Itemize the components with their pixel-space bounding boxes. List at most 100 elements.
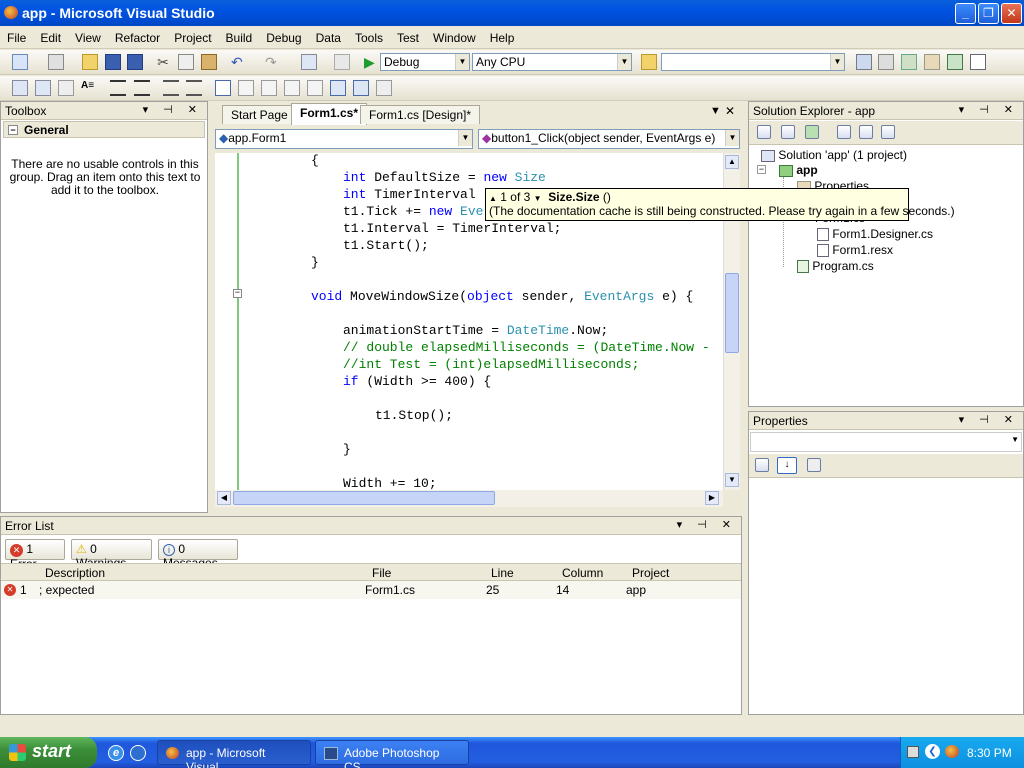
paste-icon[interactable]: [201, 54, 217, 70]
undo-icon[interactable]: ↶: [231, 54, 247, 70]
menu-window[interactable]: Window: [426, 27, 483, 49]
menu-data[interactable]: Data: [309, 27, 348, 49]
chevron-left-icon[interactable]: ❮: [925, 744, 940, 759]
panel-controls[interactable]: ▾ ⊣ ✕: [959, 103, 1019, 116]
parameter-info-icon[interactable]: [35, 80, 51, 96]
taskbar-item-photoshop[interactable]: Adobe Photoshop CS...: [315, 740, 469, 768]
messages-filter-button[interactable]: i 0 Messages: [158, 539, 238, 570]
save-icon[interactable]: [105, 54, 121, 70]
keyboard-icon[interactable]: [907, 746, 919, 758]
panel-controls[interactable]: ▾ ⊣ ✕: [677, 518, 737, 531]
scroll-down-arrow[interactable]: ▼: [725, 473, 739, 487]
column-line[interactable]: Line: [491, 566, 514, 580]
member-dropdown[interactable]: ◆button1_Click(object sender, EventArgs …: [478, 129, 740, 149]
categorized-icon[interactable]: [755, 458, 769, 472]
minimize-button[interactable]: _: [955, 3, 976, 24]
platform-dropdown[interactable]: Any CPU ▼: [472, 53, 632, 71]
complete-word-icon[interactable]: A≡: [81, 80, 97, 96]
command-window-icon[interactable]: [970, 54, 986, 70]
tab-dropdown-icon[interactable]: ▼: [710, 105, 721, 117]
menu-refactor[interactable]: Refactor: [108, 27, 167, 49]
table-row[interactable]: ✕ 1 ; expected Form1.cs 25 14 app: [1, 581, 741, 599]
view-designer-icon[interactable]: [859, 125, 873, 139]
scroll-right-arrow[interactable]: ▶: [705, 491, 719, 505]
alphabetical-icon[interactable]: ↓: [777, 457, 797, 474]
clock[interactable]: 8:30 PM: [967, 746, 1012, 760]
taskbar-item-visual-studio[interactable]: app - Microsoft Visual...: [157, 740, 311, 768]
panel-controls[interactable]: ▾ ⊣ ✕: [143, 103, 203, 116]
form1-resx-item[interactable]: Form1.resx: [817, 243, 893, 258]
close-button[interactable]: ✕: [1001, 3, 1022, 24]
cut-icon[interactable]: ✂: [155, 54, 171, 70]
collapse-icon[interactable]: −: [8, 125, 18, 135]
column-description[interactable]: Description: [45, 566, 105, 580]
menu-help[interactable]: Help: [483, 27, 522, 49]
scroll-left-arrow[interactable]: ◀: [217, 491, 231, 505]
warnings-filter-button[interactable]: ⚠ 0 Warnings: [71, 539, 152, 570]
menu-view[interactable]: View: [68, 27, 108, 49]
start-debugging-icon[interactable]: ▶: [364, 54, 380, 70]
previous-bookmark-doc-icon[interactable]: [330, 80, 346, 96]
start-page-icon[interactable]: [947, 54, 963, 70]
show-all-files-icon[interactable]: [781, 125, 795, 139]
menu-test[interactable]: Test: [390, 27, 426, 49]
property-pages-icon[interactable]: [807, 458, 821, 472]
next-bookmark-doc-icon[interactable]: [353, 80, 369, 96]
object-browser-icon[interactable]: [901, 54, 917, 70]
project-item[interactable]: app: [779, 163, 818, 177]
copy-icon[interactable]: [178, 54, 194, 70]
expand-project-icon[interactable]: −: [757, 165, 766, 174]
properties-window-icon[interactable]: [878, 54, 894, 70]
menu-file[interactable]: File: [0, 27, 33, 49]
previous-bookmark-folder-icon[interactable]: [284, 80, 300, 96]
form1-designer-item[interactable]: Form1.Designer.cs: [817, 227, 933, 242]
previous-overload-icon[interactable]: ▲: [489, 194, 497, 203]
menu-build[interactable]: Build: [219, 27, 260, 49]
toolbox-icon[interactable]: [924, 54, 940, 70]
view-code-icon[interactable]: [837, 125, 851, 139]
column-project[interactable]: Project: [632, 566, 669, 580]
find-in-files-icon[interactable]: [641, 54, 657, 70]
decrease-indent-icon[interactable]: [110, 80, 126, 96]
save-all-icon[interactable]: [127, 54, 143, 70]
object-selector[interactable]: ▼: [750, 432, 1022, 452]
internet-explorer-icon[interactable]: e: [108, 745, 124, 761]
toolbox-group-general[interactable]: − General: [3, 121, 205, 138]
configuration-dropdown[interactable]: Debug ▼: [380, 53, 470, 71]
panel-controls[interactable]: ▾ ⊣ ✕: [959, 413, 1019, 426]
properties-icon[interactable]: [757, 125, 771, 139]
open-folder-icon[interactable]: [82, 54, 98, 70]
add-item-icon[interactable]: [48, 54, 64, 70]
increase-indent-icon[interactable]: [134, 80, 150, 96]
comment-lines-icon[interactable]: [163, 80, 179, 96]
new-project-icon[interactable]: [12, 54, 28, 70]
title-bar[interactable]: app - Microsoft Visual Studio _ ❐ ✕: [0, 0, 1024, 26]
next-bookmark-icon[interactable]: [261, 80, 277, 96]
redo-icon[interactable]: ↷: [265, 54, 281, 70]
solution-explorer-icon[interactable]: [856, 54, 872, 70]
start-button[interactable]: start: [0, 737, 97, 768]
tray-app-icon[interactable]: [945, 745, 959, 758]
horizontal-scrollbar[interactable]: ◀ ▶: [215, 490, 723, 507]
tab-form1-cs[interactable]: Form1.cs*: [291, 103, 368, 125]
uncomment-lines-icon[interactable]: [186, 80, 202, 96]
previous-bookmark-icon[interactable]: [238, 80, 254, 96]
column-column[interactable]: Column: [562, 566, 603, 580]
scroll-up-arrow[interactable]: ▲: [725, 155, 739, 169]
tab-start-page[interactable]: Start Page: [222, 105, 297, 124]
column-file[interactable]: File: [372, 566, 391, 580]
class-diagram-icon[interactable]: [881, 125, 895, 139]
solution-root-item[interactable]: Solution 'app' (1 project): [761, 148, 907, 162]
navigate-icon[interactable]: [301, 54, 317, 70]
maximize-button[interactable]: ❐: [978, 3, 999, 24]
program-cs-item[interactable]: Program.cs: [797, 259, 874, 274]
class-dropdown[interactable]: ◆app.Form1 ▼: [215, 129, 473, 149]
toggle-bookmark-icon[interactable]: [215, 80, 231, 96]
quick-info-icon[interactable]: [58, 80, 74, 96]
errors-filter-button[interactable]: ✕ 1 Error: [5, 539, 65, 571]
object-members-icon[interactable]: [12, 80, 28, 96]
next-overload-icon[interactable]: ▼: [534, 194, 542, 203]
close-document-icon[interactable]: ✕: [725, 104, 735, 118]
collapse-region-icon[interactable]: −: [233, 289, 242, 298]
clear-bookmarks-icon[interactable]: [376, 80, 392, 96]
